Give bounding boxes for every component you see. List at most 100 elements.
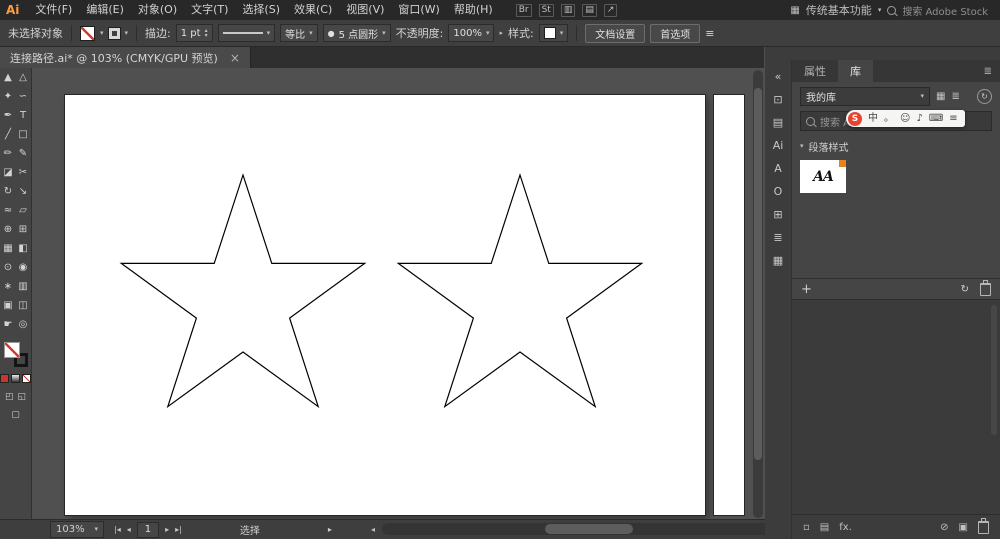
paragraph-styles-section[interactable]: ▾ 段落样式 [792, 131, 1000, 157]
artboard[interactable] [65, 95, 705, 515]
zoom-level-dropdown[interactable]: 103% ▾ [50, 521, 104, 538]
menu-item[interactable]: 文字(T) [184, 0, 235, 20]
transform-panel-icon[interactable]: ⊞ [773, 207, 782, 221]
line-segment-tool[interactable]: ╱ [1, 125, 16, 144]
width-profile-dropdown[interactable]: 等比 ▾ [280, 24, 318, 42]
delete-library-item-icon[interactable] [980, 280, 991, 296]
sync-library-icon[interactable]: ↻ [961, 284, 969, 295]
shape-builder-tool[interactable]: ⊕ [1, 220, 16, 239]
character-styles-panel-icon[interactable]: A [774, 161, 782, 175]
magic-wand-tool[interactable]: ✦ [1, 87, 16, 106]
menu-item[interactable]: 编辑(E) [79, 0, 131, 20]
fill-chevron-down-icon[interactable]: ▾ [100, 29, 104, 37]
grid-view-icon[interactable]: ▦ [936, 91, 945, 102]
tab-libraries[interactable]: 库 [838, 60, 873, 82]
width-profile-value[interactable]: 等比 [285, 26, 305, 41]
previous-artboard-icon[interactable]: ◂ [127, 525, 131, 534]
opacity-panel-chevron-icon[interactable]: ▸ [499, 29, 503, 37]
mic-icon[interactable]: ♪ [916, 113, 922, 124]
menu-item[interactable]: 效果(C) [287, 0, 339, 20]
workspace-switcher-icon[interactable]: ▦ [790, 5, 799, 16]
style-dropdown[interactable]: ▾ [538, 24, 569, 42]
appearance-panel-icon[interactable]: ▤ [820, 522, 829, 533]
preferences-button[interactable]: 首选项 [650, 23, 701, 43]
search-icon[interactable] [887, 5, 897, 15]
stroke-weight-value[interactable]: 1 pt [181, 28, 201, 39]
eyedropper-tool[interactable]: ⊙ [1, 258, 16, 277]
draw-behind-icon[interactable]: ◱ [18, 392, 27, 402]
delete-icon[interactable] [978, 517, 989, 534]
app-logo[interactable]: Ai [0, 3, 28, 17]
menu-item[interactable]: 视图(V) [339, 0, 391, 20]
draw-normal-icon[interactable]: ◰ [5, 392, 14, 402]
close-icon[interactable]: × [230, 51, 240, 65]
blend-tool[interactable]: ◉ [16, 258, 31, 277]
fx-effects-icon[interactable]: fx. [839, 522, 852, 533]
perspective-grid-tool[interactable]: ⊞ [16, 220, 31, 239]
list-view-icon[interactable]: ≣ [951, 91, 959, 102]
panel-scrollbar[interactable] [991, 305, 997, 435]
first-artboard-icon[interactable]: |◂ [114, 525, 121, 534]
artboard-partial[interactable] [714, 95, 744, 515]
pen-tool[interactable]: ✒ [1, 106, 16, 125]
width-tool[interactable]: ≈ [1, 201, 16, 220]
gradient-button[interactable] [11, 374, 20, 383]
share-icon[interactable]: ↗ [603, 3, 618, 17]
color-button[interactable] [0, 374, 9, 383]
stroke-weight-stepper[interactable]: 1 pt ▴ ▾ [175, 24, 213, 42]
type-tool[interactable]: T [16, 106, 31, 125]
vertical-scrollbar-thumb[interactable] [754, 88, 762, 460]
ime-language-mode[interactable]: 中 [868, 113, 878, 124]
punctuation-icon[interactable]: 。 [884, 113, 894, 124]
stock-search-input[interactable]: 搜索 Adobe Stock [902, 3, 988, 18]
none-button[interactable] [22, 374, 31, 383]
section-collapse-icon[interactable]: ▾ [800, 143, 804, 150]
fill-swatch[interactable] [80, 25, 95, 41]
zoom-tool[interactable]: ◎ [16, 315, 31, 334]
emoji-icon[interactable]: ☺ [900, 113, 910, 124]
library-list-area[interactable] [792, 299, 1000, 515]
horizontal-scrollbar[interactable] [382, 523, 799, 535]
menu-item[interactable]: 对象(O) [131, 0, 184, 20]
paintbrush-tool[interactable]: ✏ [1, 144, 16, 163]
next-artboard-icon[interactable]: ▸ [165, 525, 169, 534]
pencil-tool[interactable]: ✎ [16, 144, 31, 163]
star-shape[interactable] [396, 173, 644, 409]
stroke-chevron-down-icon[interactable]: ▾ [125, 29, 129, 37]
horizontal-scrollbar-thumb[interactable] [545, 524, 633, 534]
paragraph-style-item[interactable]: AA [800, 160, 846, 193]
document-layout-icon[interactable]: ▤ [582, 3, 597, 17]
hand-tool[interactable]: ☛ [1, 315, 16, 334]
clear-appearance-icon[interactable]: ⊘ [940, 522, 948, 533]
expand-panels-icon[interactable]: « [775, 69, 782, 83]
eraser-tool[interactable]: ◪ [1, 163, 16, 182]
cc-sync-status-icon[interactable]: ↻ [977, 89, 992, 104]
stepper-arrows[interactable]: ▴ ▾ [205, 28, 208, 39]
menu-item[interactable]: 文件(F) [28, 0, 79, 20]
document-setup-button[interactable]: 文档设置 [585, 23, 646, 43]
mesh-tool[interactable]: ▦ [1, 239, 16, 258]
graphic-style-icon[interactable]: ▫ [803, 522, 810, 533]
ai-brand-icon[interactable]: Ai [773, 138, 784, 152]
toolbox-icon[interactable]: ≡ [949, 113, 957, 124]
panel-menu-icon[interactable]: ≣ [984, 66, 992, 77]
swatches-panel-icon[interactable]: ▦ [773, 253, 783, 267]
menu-item[interactable]: 窗口(W) [391, 0, 446, 20]
export-panel-icon[interactable]: ⊡ [773, 92, 782, 106]
brush-dropdown[interactable]: ● 5 点圆形 ▾ [322, 24, 391, 42]
align-panel-icon[interactable]: ≣ [773, 230, 782, 244]
stock-icon[interactable]: St [538, 3, 554, 17]
add-content-button[interactable]: + [801, 282, 812, 297]
star-shape[interactable] [119, 173, 367, 409]
fill-stroke-indicator[interactable] [3, 342, 28, 367]
stepper-down-icon[interactable]: ▾ [205, 33, 208, 39]
symbol-sprayer-tool[interactable]: ∗ [1, 277, 16, 296]
bridge-icon[interactable]: Br [515, 3, 532, 17]
vertical-scrollbar[interactable] [753, 70, 763, 518]
free-transform-tool[interactable]: ▱ [16, 201, 31, 220]
canvas-area[interactable] [32, 68, 765, 520]
slice-tool[interactable]: ◫ [16, 296, 31, 315]
library-select[interactable]: 我的库 ▾ [800, 87, 930, 106]
arrange-documents-icon[interactable]: ▥ [560, 3, 576, 17]
lasso-tool[interactable]: ∽ [16, 87, 31, 106]
